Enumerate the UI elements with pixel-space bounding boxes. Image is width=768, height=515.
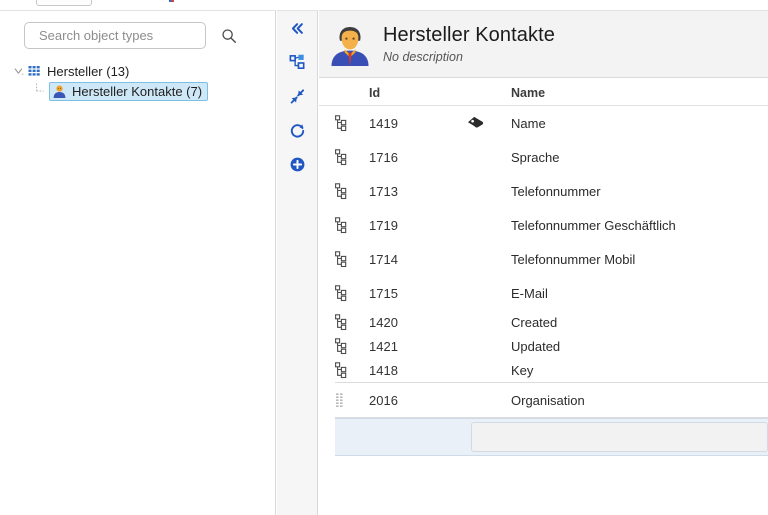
page-title: Hersteller Kontakte xyxy=(383,24,555,46)
table-cell-name: Name xyxy=(511,115,546,131)
attribute-hierarchy-icon xyxy=(335,361,369,379)
table-header-row: Id Name xyxy=(319,78,768,106)
cutoff-toolbar-field xyxy=(36,0,92,6)
plus-circle-icon xyxy=(290,157,305,171)
table-header-icon xyxy=(335,100,369,105)
double-chevron-left-icon xyxy=(291,22,303,34)
attribute-hierarchy-icon xyxy=(335,284,369,302)
sidebar-item-hersteller[interactable]: Hersteller (13) xyxy=(0,61,276,81)
window-top-chrome xyxy=(0,0,768,10)
sidebar-item-selection: Hersteller Kontakte (7) xyxy=(49,81,209,101)
sidebar-item-label: Hersteller (13) xyxy=(47,63,130,79)
table-cell-name: Key xyxy=(511,362,534,378)
attribute-hierarchy-icon xyxy=(335,114,369,132)
object-types-sidebar: Hersteller (13) xyxy=(0,10,276,515)
detail-panel: Hersteller Kontakte No description Id Na… xyxy=(319,10,768,515)
collapse-arrows-icon xyxy=(290,88,305,103)
add-button[interactable] xyxy=(277,147,318,181)
search-box[interactable] xyxy=(24,22,237,49)
attribute-hierarchy-icon xyxy=(335,337,369,355)
table-cell-id: 1421 xyxy=(369,338,398,354)
table-row[interactable]: 1419 Name xyxy=(319,106,768,140)
hierarchy-view-button[interactable] xyxy=(277,45,318,79)
attribute-hierarchy-icon xyxy=(335,313,369,331)
table-row[interactable]: 1715 E-Mail xyxy=(319,276,768,310)
table-header-tag xyxy=(467,100,511,105)
table-cell-name: Sprache xyxy=(511,149,560,165)
table-row[interactable]: 1418 Key xyxy=(319,358,768,382)
object-types-tree: Hersteller (13) Hersteller Kontakte (7) xyxy=(0,61,276,101)
table-cell-name: E-Mail xyxy=(511,285,548,301)
search-input[interactable] xyxy=(37,23,217,48)
page-description: No description xyxy=(383,50,463,64)
refresh-button[interactable] xyxy=(277,113,318,147)
table-cell-id: 1715 xyxy=(369,285,398,301)
sidebar-item-label: Hersteller Kontakte (7) xyxy=(72,83,203,99)
table-row[interactable]: 1713 Telefonnummer xyxy=(319,174,768,208)
attributes-table: Id Name 1419 Name 1716 Sprache 1713 Tele… xyxy=(319,78,768,514)
table-row[interactable]: 1719 Telefonnummer Geschäftlich xyxy=(319,208,768,242)
table-cell-name: Telefonnummer xyxy=(511,183,601,199)
table-header-id[interactable]: Id xyxy=(369,86,467,105)
sidebar-item-hersteller-kontakte[interactable]: Hersteller Kontakte (7) xyxy=(0,81,276,101)
attribute-hierarchy-icon xyxy=(335,216,369,234)
table-cell-id: 1420 xyxy=(369,314,398,330)
refresh-icon xyxy=(290,123,305,137)
table-row[interactable]: 2016 Organisation xyxy=(319,383,768,417)
person-avatar-icon xyxy=(327,21,373,67)
dotted-grid-icon xyxy=(335,392,369,409)
vertical-toolbar xyxy=(277,10,318,515)
table-cell-id: 1419 xyxy=(369,115,398,131)
table-row[interactable]: 1420 Created xyxy=(319,310,768,334)
cutoff-toolbar-icon xyxy=(169,0,174,2)
panel-header-text: Hersteller Kontakte No description xyxy=(383,23,555,65)
table-cell-id: 1719 xyxy=(369,217,398,233)
table-cell-id: 1418 xyxy=(369,362,398,378)
table-cell-name: Telefonnummer Mobil xyxy=(511,251,636,267)
tree-elbow-icon xyxy=(34,83,47,99)
grid-table-icon xyxy=(27,64,42,79)
panel-header: Hersteller Kontakte No description xyxy=(319,10,768,78)
new-row-name-input[interactable] xyxy=(471,422,768,452)
attribute-hierarchy-icon xyxy=(335,148,369,166)
tag-icon xyxy=(467,116,511,131)
table-cell-name: Organisation xyxy=(511,392,585,408)
table-cell-id: 1714 xyxy=(369,251,398,267)
expander-icon[interactable] xyxy=(12,65,25,78)
table-row[interactable]: 1714 Telefonnummer Mobil xyxy=(319,242,768,276)
table-cell-id: 2016 xyxy=(369,392,398,408)
hierarchy-icon xyxy=(289,54,305,69)
attribute-hierarchy-icon xyxy=(335,250,369,268)
search-container xyxy=(24,22,237,49)
person-icon xyxy=(52,84,67,99)
collapse-all-button[interactable] xyxy=(277,79,318,113)
collapse-panel-button[interactable] xyxy=(277,11,318,45)
app-window: Hersteller (13) xyxy=(0,0,768,515)
table-row[interactable]: 1716 Sprache xyxy=(319,140,768,174)
table-cell-id: 1716 xyxy=(369,149,398,165)
table-cell-id: 1713 xyxy=(369,183,398,199)
table-cell-name: Telefonnummer Geschäftlich xyxy=(511,217,676,233)
table-row[interactable]: 1421 Updated xyxy=(319,334,768,358)
table-cell-name: Created xyxy=(511,314,558,330)
attribute-hierarchy-icon xyxy=(335,182,369,200)
table-header-name[interactable]: Name xyxy=(511,86,768,105)
search-icon xyxy=(221,28,237,44)
new-row-editor[interactable] xyxy=(335,418,768,456)
table-cell-name: Updated xyxy=(511,338,561,354)
